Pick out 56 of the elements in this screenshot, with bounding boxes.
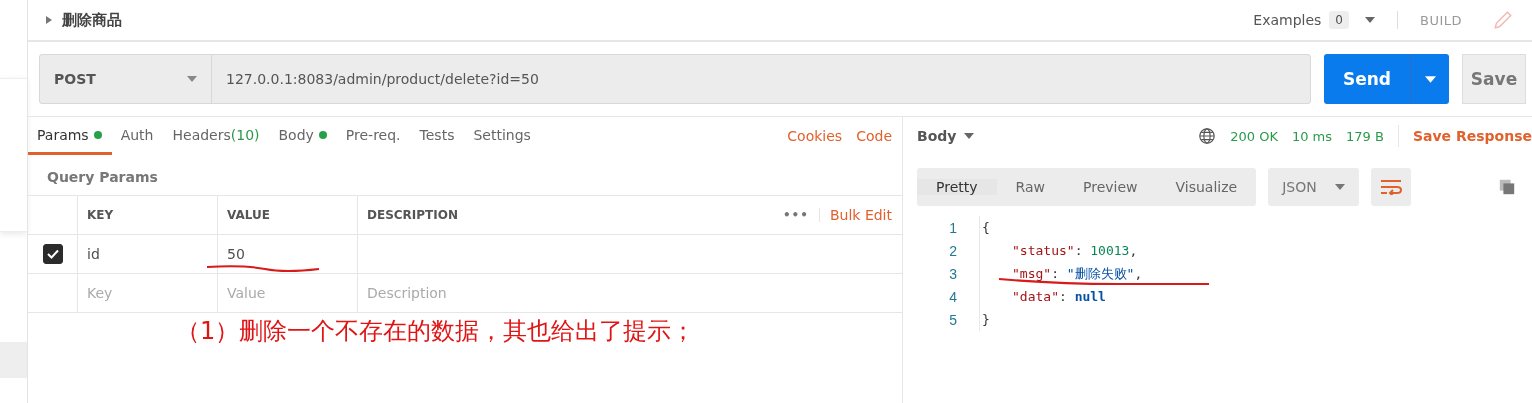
request-tab[interactable]: Tests (410, 117, 465, 155)
wrap-icon (1379, 179, 1402, 195)
line-number: 2 (948, 242, 958, 259)
save-button[interactable]: Save (1462, 54, 1526, 104)
caret-icon (1334, 184, 1345, 190)
code-line: "data": null (979, 285, 1106, 308)
column-header: DESCRIPTION (366, 207, 459, 224)
param-value[interactable]: 50 (218, 235, 358, 273)
request-tab[interactable]: Headers(10) (163, 117, 270, 155)
examples-label[interactable]: Examples (1253, 12, 1322, 28)
status-code: 200 OK (1230, 128, 1278, 144)
bulk-edit-link[interactable]: Bulk Edit (829, 207, 892, 223)
code-line: "msg": "删除失败", (979, 262, 1143, 285)
checkbox[interactable] (42, 244, 63, 264)
send-button[interactable]: Send (1324, 54, 1410, 104)
body-dropdown[interactable]: Body (917, 128, 975, 144)
request-tab[interactable]: Params (28, 117, 112, 155)
code-line: "status": 10013, (979, 239, 1138, 262)
response-time: 10 ms (1291, 128, 1333, 144)
line-number: 5 (948, 311, 958, 328)
examples-count: 0 (1329, 11, 1349, 29)
param-key[interactable]: id (78, 235, 218, 273)
save-response-link[interactable]: Save Response (1412, 128, 1532, 144)
copy-icon[interactable] (1498, 178, 1516, 196)
line-number: 4 (948, 288, 958, 305)
request-name: 删除商品 (62, 10, 122, 30)
request-tab[interactable]: Auth (111, 117, 164, 155)
format-dropdown[interactable]: JSON (1268, 168, 1359, 206)
build-tab[interactable]: BUILD (1419, 12, 1462, 28)
caret-icon (964, 133, 975, 139)
section-title: Query Params (46, 168, 159, 187)
annotation-text: （1）删除一个不存在的数据，其也给出了提示； (176, 316, 696, 347)
expand-icon[interactable] (46, 16, 52, 24)
column-header: VALUE (218, 196, 358, 234)
send-dropdown[interactable] (1410, 54, 1449, 104)
request-tab[interactable]: Pre-req. (336, 117, 411, 155)
view-tab[interactable]: Preview (1064, 179, 1157, 195)
more-button[interactable]: ••• (782, 208, 820, 222)
line-number: 1 (948, 219, 958, 236)
view-tab[interactable]: Visualize (1156, 179, 1257, 195)
wrap-button[interactable] (1370, 168, 1411, 206)
code-line: } (979, 308, 990, 331)
code-line: { (979, 216, 990, 239)
line-number: 3 (948, 265, 958, 282)
link[interactable]: Code (856, 128, 892, 144)
caret-icon[interactable] (1364, 17, 1375, 23)
response-size: 179 B (1346, 128, 1384, 144)
link[interactable]: Cookies (787, 128, 843, 144)
globe-icon[interactable] (1198, 127, 1217, 145)
view-tab[interactable]: Pretty (917, 179, 997, 195)
request-tab[interactable]: Body (269, 117, 337, 155)
check-icon (46, 249, 59, 259)
view-tab[interactable]: Raw (996, 179, 1064, 195)
caret-icon (1424, 75, 1436, 83)
request-tab[interactable]: Settings (464, 117, 541, 155)
column-header: KEY (78, 196, 218, 234)
